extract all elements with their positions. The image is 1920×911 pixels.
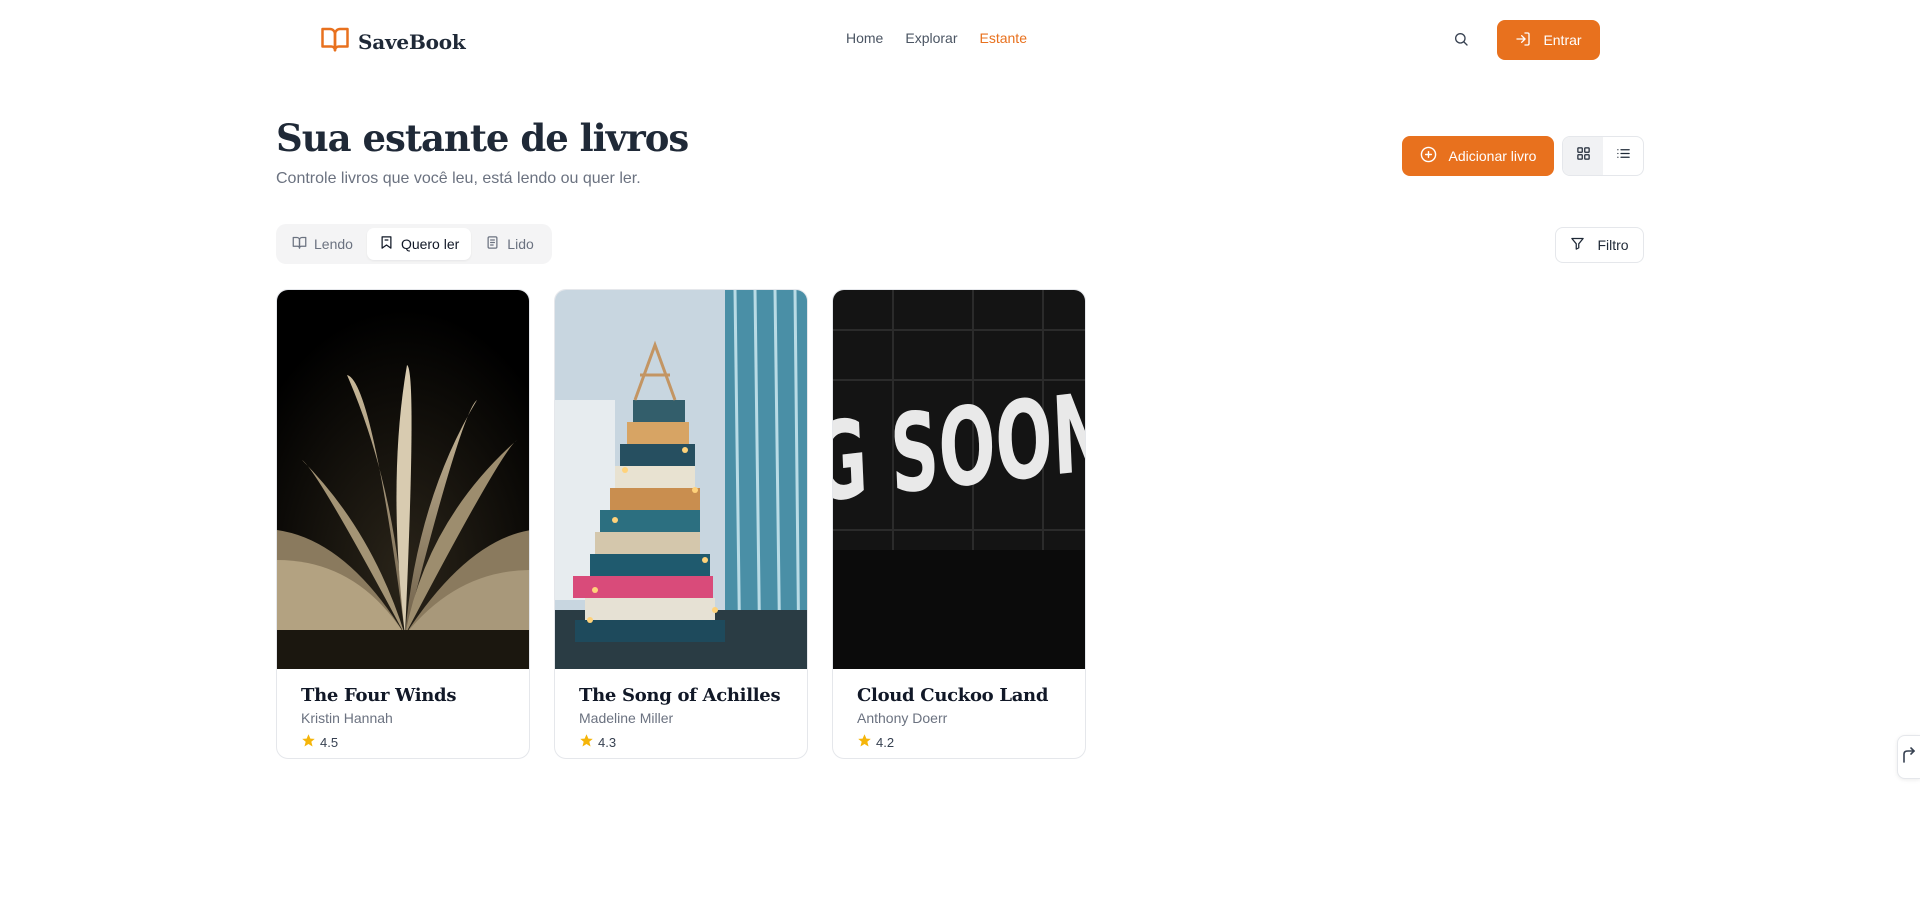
book-card[interactable]: The Song of Achilles Madeline Miller 4.3	[554, 289, 808, 759]
book-info: Cloud Cuckoo Land Anthony Doerr 4.2	[857, 685, 1073, 751]
grid-icon	[1576, 146, 1591, 166]
search-button[interactable]	[1450, 30, 1472, 52]
rating-value: 4.3	[598, 734, 617, 750]
search-icon	[1453, 31, 1469, 52]
book-cover-image	[277, 290, 529, 669]
login-icon	[1515, 31, 1531, 50]
book-title: The Song of Achilles	[579, 685, 781, 706]
plus-circle-icon	[1420, 146, 1437, 166]
shelf-tabs: Lendo Quero ler Lido	[276, 224, 552, 264]
book-cover-image	[555, 290, 807, 669]
book-cover-image: G SOON	[833, 290, 1085, 669]
tab-label: Quero ler	[400, 236, 460, 252]
filter-label: Filtro	[1597, 237, 1629, 253]
add-book-label: Adicionar livro	[1448, 148, 1537, 164]
book-author: Anthony Doerr	[857, 710, 948, 726]
login-button[interactable]: Entrar	[1497, 20, 1600, 60]
list-view-button[interactable]	[1603, 137, 1643, 175]
grid-view-button[interactable]	[1563, 137, 1603, 175]
add-book-button[interactable]: Adicionar livro	[1402, 136, 1554, 176]
nav-link-home[interactable]: Home	[846, 30, 883, 46]
book-info: The Song of Achilles Madeline Miller 4.3	[579, 685, 795, 751]
rating-value: 4.2	[876, 734, 895, 750]
side-panel-handle[interactable]	[1897, 735, 1920, 779]
nav-link-explorar[interactable]: Explorar	[905, 30, 957, 46]
tab-quero-ler[interactable]: Quero ler	[366, 228, 472, 260]
page-subtitle: Controle livros que você leu, está lendo…	[276, 170, 641, 187]
book-info: The Four Winds Kristin Hannah 4.5	[301, 685, 517, 751]
book-author: Kristin Hannah	[301, 710, 393, 726]
tab-lido[interactable]: Lido	[473, 228, 545, 260]
brand-name: SaveBook	[358, 29, 466, 54]
tab-lendo[interactable]: Lendo	[280, 228, 365, 260]
star-icon	[579, 733, 594, 751]
filter-icon	[1570, 236, 1585, 254]
filter-button[interactable]: Filtro	[1555, 227, 1644, 263]
book-title: Cloud Cuckoo Land	[857, 685, 1049, 706]
notebook-icon	[485, 235, 500, 253]
main-nav: Home Explorar Estante	[846, 30, 1027, 46]
view-toggle	[1562, 136, 1644, 176]
book-author: Madeline Miller	[579, 710, 674, 726]
page-title: Sua estante de livros	[276, 116, 689, 160]
bookmark-icon	[379, 235, 394, 253]
star-icon	[301, 733, 316, 751]
nav-link-estante[interactable]: Estante	[980, 30, 1027, 46]
book-card[interactable]: G SOON Cloud Cuckoo Land Anthony Doerr 4…	[832, 289, 1086, 759]
star-icon	[857, 733, 872, 751]
book-card[interactable]: The Four Winds Kristin Hannah 4.5	[276, 289, 530, 759]
top-header: SaveBook Home Explorar Estante Entrar	[0, 0, 1920, 80]
tab-label: Lido	[507, 236, 534, 252]
tab-label: Lendo	[314, 236, 353, 252]
rating-value: 4.5	[320, 734, 339, 750]
resize-handle-icon	[1902, 746, 1916, 769]
login-label: Entrar	[1543, 32, 1582, 48]
book-rating: 4.3	[579, 733, 795, 751]
book-open-icon	[292, 235, 307, 253]
book-rating: 4.5	[301, 733, 517, 751]
brand-logo[interactable]: SaveBook	[320, 24, 466, 59]
list-icon	[1616, 146, 1631, 166]
book-title: The Four Winds	[301, 685, 457, 706]
book-rating: 4.2	[857, 733, 1073, 751]
book-logo-icon	[320, 24, 350, 59]
